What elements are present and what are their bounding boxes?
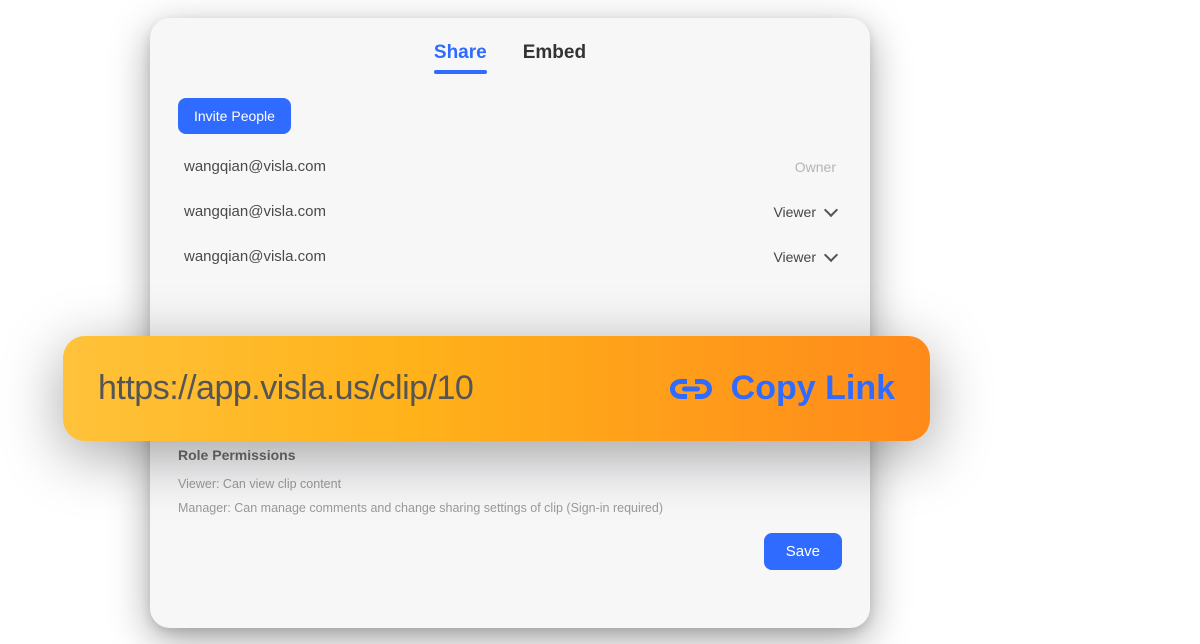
person-row: wangqian@visla.com Owner xyxy=(178,144,842,189)
share-link-url[interactable]: https://app.visla.us/clip/10 xyxy=(98,369,645,408)
person-email: wangqian@visla.com xyxy=(184,158,326,175)
role-permissions: Role Permissions Viewer: Can view clip c… xyxy=(178,447,842,521)
role-select[interactable]: Viewer xyxy=(773,249,836,265)
copy-link-bar: https://app.visla.us/clip/10 Copy Link xyxy=(63,336,930,441)
tab-embed[interactable]: Embed xyxy=(523,42,586,74)
save-row: Save xyxy=(178,533,842,570)
tab-share[interactable]: Share xyxy=(434,42,487,74)
copy-link-label: Copy Link xyxy=(731,369,895,408)
role-select-label: Viewer xyxy=(773,249,816,265)
role-permissions-viewer: Viewer: Can view clip content xyxy=(178,473,842,497)
invite-people-label: Invite People xyxy=(194,108,275,124)
person-row: wangqian@visla.com Viewer xyxy=(178,189,842,234)
role-owner-label: Owner xyxy=(795,159,836,175)
tab-embed-label: Embed xyxy=(523,42,586,63)
chevron-down-icon xyxy=(824,247,838,261)
people-list: wangqian@visla.com Owner wangqian@visla.… xyxy=(178,144,842,279)
share-modal: Share Embed Invite People wangqian@visla… xyxy=(150,18,870,628)
role-select[interactable]: Viewer xyxy=(773,204,836,220)
tabs: Share Embed xyxy=(178,18,842,74)
person-email: wangqian@visla.com xyxy=(184,248,326,265)
role-permissions-manager: Manager: Can manage comments and change … xyxy=(178,497,842,521)
save-button-label: Save xyxy=(786,543,820,560)
person-email: wangqian@visla.com xyxy=(184,203,326,220)
tab-share-label: Share xyxy=(434,42,487,63)
save-button[interactable]: Save xyxy=(764,533,842,570)
role-permissions-title: Role Permissions xyxy=(178,447,842,463)
chevron-down-icon xyxy=(824,202,838,216)
invite-people-button[interactable]: Invite People xyxy=(178,98,291,134)
role-select-label: Viewer xyxy=(773,204,816,220)
copy-link-button[interactable]: Copy Link xyxy=(667,365,895,413)
person-row: wangqian@visla.com Viewer xyxy=(178,234,842,279)
link-icon xyxy=(667,365,715,413)
